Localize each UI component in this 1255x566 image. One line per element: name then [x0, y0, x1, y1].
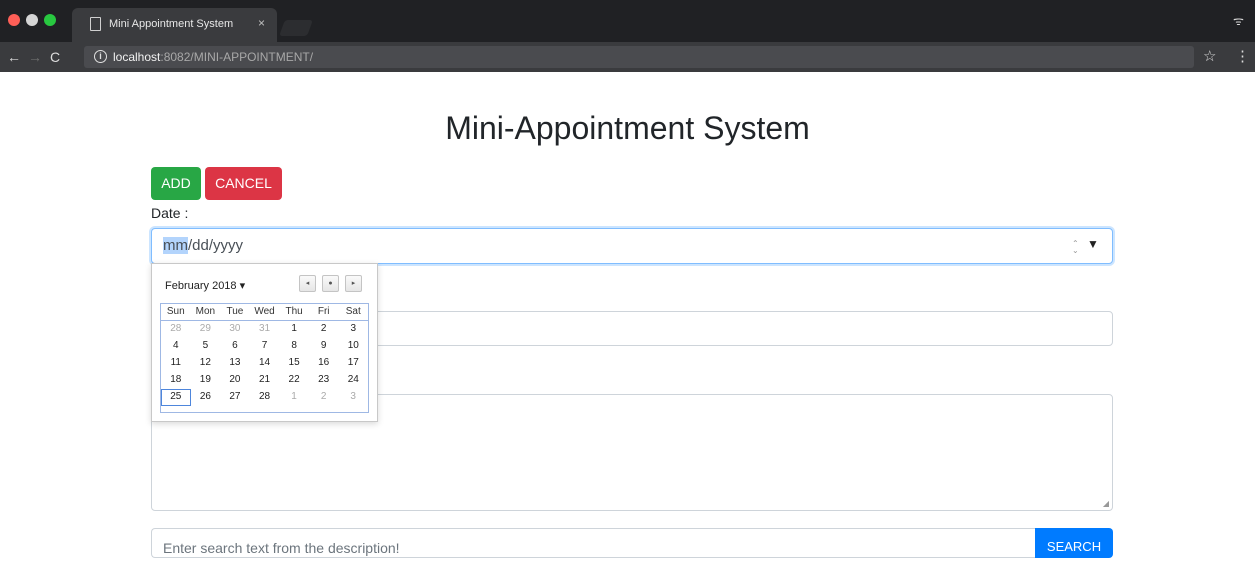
url-host: localhost [113, 50, 161, 64]
calendar-week-row: 25 26 27 28 1 2 3 [161, 389, 368, 406]
calendar-day[interactable]: 28 [161, 321, 191, 338]
reload-icon[interactable]: C [50, 49, 60, 65]
calendar-day[interactable]: 26 [191, 389, 221, 406]
date-month-segment[interactable]: mm [163, 237, 188, 254]
calendar-day[interactable]: 10 [338, 338, 368, 355]
calendar-day[interactable]: 2 [309, 321, 339, 338]
calendar-day[interactable]: 16 [309, 355, 339, 372]
close-window-button[interactable] [8, 14, 20, 26]
search-input[interactable]: Enter search text from the description! [151, 528, 1035, 558]
next-month-button[interactable]: ▸ [345, 275, 362, 292]
calendar-day[interactable]: 17 [338, 355, 368, 372]
today-button[interactable]: ● [322, 275, 339, 292]
calendar-grid: Sun Mon Tue Wed Thu Fri Sat 28 29 30 31 1 2 3 4… [160, 303, 369, 413]
calendar-day[interactable]: 18 [161, 372, 191, 389]
calendar-day[interactable]: 27 [220, 389, 250, 406]
calendar-day[interactable]: 1 [279, 321, 309, 338]
weekday-label: Sat [345, 306, 361, 317]
date-picker-popup: February 2018 ▾ ◂ ● ▸ Sun Mon Tue Wed Th… [151, 263, 378, 422]
calendar-day[interactable]: 22 [279, 372, 309, 389]
calendar-day[interactable]: 9 [309, 338, 339, 355]
calendar-week-row: 18 19 20 21 22 23 24 [161, 372, 368, 389]
calendar-day[interactable]: 31 [250, 321, 280, 338]
calendar-day[interactable]: 6 [220, 338, 250, 355]
month-selector[interactable]: February 2018 ▾ [165, 279, 245, 292]
calendar-day[interactable]: 28 [250, 389, 280, 406]
page-icon [90, 17, 101, 31]
weekday-label: Sun [166, 306, 185, 317]
calendar-day[interactable]: 13 [220, 355, 250, 372]
calendar-days: 28 29 30 31 1 2 3 4 5 6 7 8 9 10 11 12 13 14 15 16 17 18 19 20 2… [161, 321, 368, 406]
search-button[interactable]: SEARCH [1035, 528, 1113, 558]
browser-toolbar: ← → C i localhost:8082/MINI-APPOINTMENT/ [0, 42, 1255, 72]
url-text: localhost:8082/MINI-APPOINTMENT/ [113, 50, 313, 64]
date-value: mm/dd/yyyy [163, 237, 243, 254]
weekday-label: Tue [226, 306, 244, 317]
tab-close-icon[interactable]: × [258, 16, 265, 30]
weekday-label: Thu [285, 306, 303, 317]
calendar-day[interactable]: 15 [279, 355, 309, 372]
search-placeholder: Enter search text from the description! [163, 540, 400, 556]
calendar-day[interactable]: 14 [250, 355, 280, 372]
dropdown-arrow-icon[interactable]: ▼ [1087, 237, 1099, 251]
url-path: :8082/MINI-APPOINTMENT/ [160, 50, 314, 64]
address-bar[interactable]: i localhost:8082/MINI-APPOINTMENT/ [84, 46, 1194, 68]
calendar-day[interactable]: 25 [161, 389, 191, 406]
date-label: Date : [151, 205, 189, 221]
maximize-window-button[interactable] [44, 14, 56, 26]
calendar-day[interactable]: 29 [191, 321, 221, 338]
prev-month-button[interactable]: ◂ [299, 275, 316, 292]
weekday-label: Fri [317, 306, 330, 317]
info-icon[interactable]: i [94, 50, 107, 63]
calendar-day[interactable]: 12 [191, 355, 221, 372]
new-tab-button[interactable] [279, 20, 313, 36]
calendar-day[interactable]: 5 [191, 338, 221, 355]
back-icon[interactable]: ← [7, 49, 21, 65]
calendar-day[interactable]: 30 [220, 321, 250, 338]
weekday-header: Sun Mon Tue Wed Thu Fri Sat [161, 304, 368, 321]
tab-title: Mini Appointment System [109, 18, 234, 30]
spinner-icon[interactable]: ⌃ ⌄ [1072, 240, 1079, 255]
calendar-day[interactable]: 1 [279, 389, 309, 406]
date-input[interactable]: mm/dd/yyyy ⌃ ⌄ ▼ [151, 228, 1113, 264]
weekday-label: Wed [254, 306, 275, 317]
calendar-day[interactable]: 21 [250, 372, 280, 389]
date-rest-segment[interactable]: /dd/yyyy [188, 237, 243, 254]
resize-handle-icon[interactable]: ◢ [1103, 499, 1109, 508]
browser-titlebar: Mini Appointment System × ᯤ [0, 0, 1255, 42]
browser-tab[interactable]: Mini Appointment System × [72, 8, 277, 42]
page-title: Mini-Appointment System [445, 110, 810, 146]
browser-menu-icon[interactable]: ⋮ [1235, 47, 1250, 65]
calendar-day[interactable]: 11 [161, 355, 191, 372]
calendar-week-row: 4 5 6 7 8 9 10 [161, 338, 368, 355]
calendar-day[interactable]: 20 [220, 372, 250, 389]
calendar-day[interactable]: 7 [250, 338, 280, 355]
bookmark-star-icon[interactable]: ☆ [1203, 47, 1216, 65]
minimize-window-button[interactable] [26, 14, 38, 26]
calendar-day[interactable]: 3 [338, 389, 368, 406]
calendar-day[interactable]: 23 [309, 372, 339, 389]
calendar-day[interactable]: 19 [191, 372, 221, 389]
calendar-day[interactable]: 2 [309, 389, 339, 406]
calendar-day[interactable]: 8 [279, 338, 309, 355]
weekday-label: Mon [195, 306, 216, 317]
forward-icon[interactable]: → [28, 49, 42, 65]
incognito-icon: ᯤ [1233, 14, 1244, 28]
calendar-day[interactable]: 24 [338, 372, 368, 389]
calendar-week-row: 28 29 30 31 1 2 3 [161, 321, 368, 338]
calendar-day[interactable]: 4 [161, 338, 191, 355]
add-button[interactable]: ADD [151, 167, 201, 200]
calendar-day[interactable]: 3 [338, 321, 368, 338]
calendar-week-row: 11 12 13 14 15 16 17 [161, 355, 368, 372]
cancel-button[interactable]: CANCEL [205, 167, 282, 200]
